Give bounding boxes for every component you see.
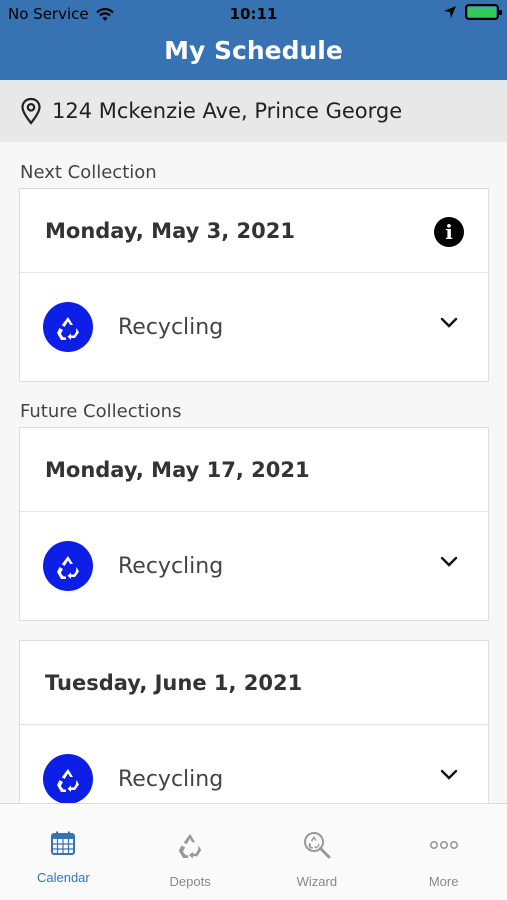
- location-pin-icon: [21, 97, 41, 125]
- tab-more[interactable]: More: [380, 804, 507, 900]
- collection-date: Monday, May 3, 2021: [45, 218, 295, 243]
- recycle-icon: [178, 833, 202, 859]
- collection-item-row[interactable]: Recycling: [20, 512, 488, 620]
- recycle-icon: [43, 754, 93, 804]
- status-bar: No Service 10:11: [0, 0, 507, 28]
- chevron-down-icon[interactable]: [440, 317, 458, 329]
- search-recycle-icon: [303, 832, 331, 859]
- clock: 10:11: [229, 5, 278, 23]
- future-collections-label: Future Collections: [20, 401, 182, 422]
- tab-label: Calendar: [36, 870, 90, 885]
- card-header: Monday, May 17, 2021: [20, 428, 488, 512]
- chevron-down-icon[interactable]: [440, 769, 458, 781]
- location-arrow-icon: [444, 6, 456, 18]
- tab-wizard[interactable]: Wizard: [254, 804, 381, 900]
- future-collection-card: Monday, May 17, 2021 Recycling: [19, 427, 489, 621]
- card-header: Tuesday, June 1, 2021: [20, 641, 488, 725]
- page-title: My Schedule: [164, 36, 343, 65]
- card-header: Monday, May 3, 2021 i: [20, 189, 488, 273]
- tab-bar: Calendar Depots Wizard More: [0, 803, 507, 900]
- nav-bar: My Schedule: [0, 28, 507, 80]
- next-collection-label: Next Collection: [20, 162, 157, 183]
- tab-label: Wizard: [296, 874, 338, 889]
- waste-type-label: Recycling: [118, 314, 224, 340]
- collection-item-row[interactable]: Recycling: [20, 273, 488, 381]
- tab-calendar[interactable]: Calendar: [0, 804, 127, 900]
- chevron-down-icon[interactable]: [440, 556, 458, 568]
- recycle-icon: [43, 541, 93, 591]
- address-bar[interactable]: 124 Mckenzie Ave, Prince George: [0, 80, 507, 142]
- tab-label: More: [428, 874, 459, 889]
- battery-icon: [465, 4, 502, 20]
- recycle-icon: [43, 302, 93, 352]
- tab-depots[interactable]: Depots: [127, 804, 254, 900]
- collection-date: Tuesday, June 1, 2021: [45, 670, 303, 695]
- collection-date: Monday, May 17, 2021: [45, 457, 310, 482]
- next-collection-card: Monday, May 3, 2021 i Recycling: [19, 188, 489, 382]
- tab-label: Depots: [169, 874, 211, 889]
- info-icon[interactable]: i: [434, 217, 464, 247]
- more-icon: [429, 841, 458, 850]
- waste-type-label: Recycling: [118, 766, 224, 792]
- calendar-icon: [51, 831, 76, 855]
- address-text: 124 Mckenzie Ave, Prince George: [52, 99, 403, 123]
- waste-type-label: Recycling: [118, 553, 224, 579]
